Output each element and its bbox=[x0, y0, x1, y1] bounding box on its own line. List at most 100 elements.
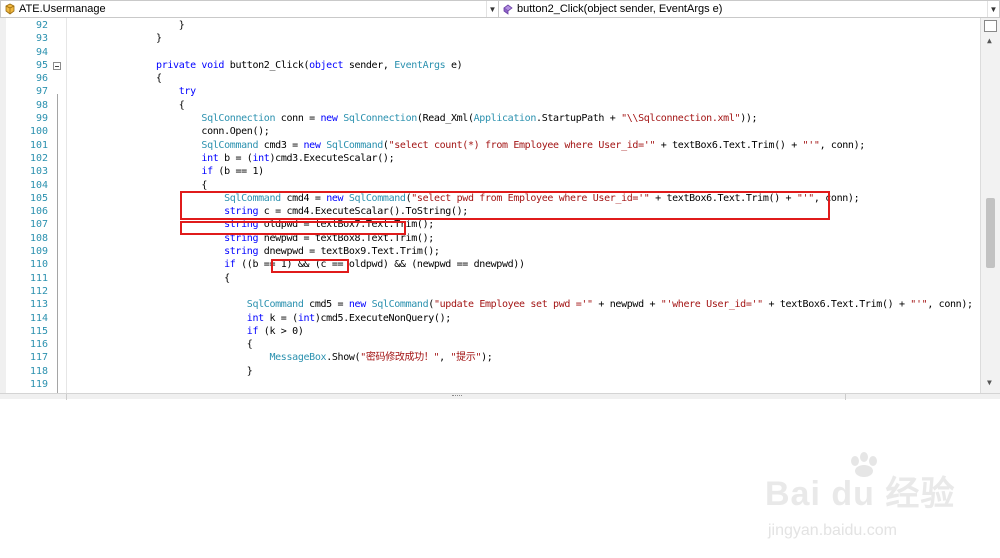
code-line[interactable]: 99 SqlConnection conn = new SqlConnectio… bbox=[0, 112, 980, 125]
code-token: if bbox=[201, 166, 213, 178]
line-number: 105 bbox=[29, 192, 48, 204]
code-line[interactable]: 112 bbox=[0, 285, 980, 298]
line-number: 114 bbox=[29, 312, 48, 324]
line-number: 92 bbox=[35, 20, 48, 31]
line-number: 119 bbox=[29, 379, 48, 391]
code-line[interactable]: 113 SqlCommand cmd5 = new SqlCommand("up… bbox=[0, 298, 980, 311]
code-token: int bbox=[252, 152, 270, 164]
code-token: + newpwd + bbox=[592, 299, 661, 311]
code-token: button2_Click( bbox=[224, 59, 310, 71]
code-token: conn.Open(); bbox=[88, 126, 270, 138]
navigation-bar: ATE.Usermanage ▼ button2_Click(object se… bbox=[0, 0, 1000, 18]
class-dropdown[interactable]: ATE.Usermanage ▼ bbox=[0, 0, 499, 18]
scroll-up-icon[interactable]: ▲ bbox=[987, 36, 992, 45]
code-text: conn.Open(); bbox=[88, 125, 269, 138]
code-line[interactable]: 101 SqlCommand cmd3 = new SqlCommand("se… bbox=[0, 139, 980, 152]
line-number: 101 bbox=[29, 139, 48, 151]
code-token: cmd3 = bbox=[258, 139, 304, 151]
code-token: "select count(*) from Employee where Use… bbox=[388, 139, 656, 151]
code-token: )cmd3.ExecuteScalar(); bbox=[269, 152, 395, 164]
code-token: "密码修改成功！" bbox=[360, 352, 440, 364]
code-line[interactable]: 109 string dnewpwd = textBox9.Text.Trim(… bbox=[0, 245, 980, 258]
code-line[interactable]: 111 { bbox=[0, 272, 980, 285]
code-token: SqlCommand bbox=[246, 299, 304, 311]
method-icon bbox=[502, 3, 514, 15]
code-line[interactable]: 97 try bbox=[0, 85, 980, 98]
code-token: ); bbox=[481, 352, 493, 364]
code-token: EventArgs bbox=[394, 59, 446, 71]
code-token: new bbox=[320, 113, 338, 125]
code-token: , conn); bbox=[927, 299, 973, 311]
line-number: 109 bbox=[29, 246, 48, 258]
split-handle-icon[interactable] bbox=[984, 20, 997, 32]
editor-bottom-bar bbox=[0, 393, 1000, 400]
code-line[interactable]: 117 MessageBox.Show("密码修改成功！", "提示"); bbox=[0, 351, 980, 364]
code-token: int bbox=[246, 312, 264, 324]
member-dropdown[interactable]: button2_Click(object sender, EventArgs e… bbox=[499, 0, 1000, 18]
code-line[interactable]: 108 string newpwd = textBox8.Text.Trim()… bbox=[0, 232, 980, 245]
code-line[interactable]: 102 int b = (int)cmd3.ExecuteScalar(); bbox=[0, 152, 980, 165]
code-text: try bbox=[88, 85, 196, 98]
code-line[interactable]: 115 if (k > 0) bbox=[0, 325, 980, 338]
code-editor[interactable]: 92 } 93 } 94 95 private void button2_Click(… bbox=[0, 18, 1000, 393]
highlight-box-cmd4 bbox=[180, 191, 830, 220]
code-line[interactable]: 94 bbox=[0, 46, 980, 59]
code-text: int k = (int)cmd5.ExecuteNonQuery(); bbox=[88, 312, 452, 325]
code-line[interactable]: 107 string oldpwd = textBox7.Text.Trim()… bbox=[0, 218, 980, 231]
scroll-thumb[interactable] bbox=[986, 198, 995, 268]
code-line[interactable]: 100 conn.Open(); bbox=[0, 125, 980, 138]
code-token: { bbox=[88, 73, 162, 85]
code-token: MessageBox bbox=[269, 352, 327, 364]
member-dropdown-value: button2_Click(object sender, EventArgs e… bbox=[517, 3, 723, 15]
line-number: 111 bbox=[29, 272, 48, 284]
code-token: object bbox=[309, 59, 344, 71]
vertical-scrollbar[interactable]: ▲ ▼ bbox=[980, 18, 1000, 393]
code-token: cmd5 = bbox=[303, 299, 349, 311]
line-number: 103 bbox=[29, 166, 48, 178]
code-token: SqlCommand bbox=[326, 139, 383, 151]
code-token: (b == 1) bbox=[212, 166, 264, 178]
code-line[interactable]: 104 { bbox=[0, 179, 980, 192]
code-token: new bbox=[303, 139, 321, 151]
code-token: private bbox=[156, 59, 196, 71]
code-token: try bbox=[178, 86, 196, 98]
code-text: { bbox=[88, 99, 185, 112]
scroll-down-icon[interactable]: ▼ bbox=[987, 378, 992, 387]
code-line[interactable]: 98 { bbox=[0, 99, 980, 112]
code-line[interactable]: 95 private void button2_Click(object sen… bbox=[0, 59, 980, 72]
code-line[interactable]: 114 int k = (int)cmd5.ExecuteNonQuery(); bbox=[0, 312, 980, 325]
chevron-down-icon[interactable]: ▼ bbox=[486, 1, 498, 17]
code-line[interactable]: 110 if ((b == 1) && (c == oldpwd) && (ne… bbox=[0, 258, 980, 271]
line-number: 95 bbox=[35, 59, 48, 71]
code-token: SqlConnection bbox=[343, 113, 417, 125]
horizontal-scrollbar[interactable] bbox=[66, 394, 846, 400]
code-token: { bbox=[88, 179, 208, 191]
code-token: SqlCommand bbox=[201, 139, 259, 151]
collapse-toggle-icon[interactable] bbox=[53, 61, 61, 70]
code-line[interactable]: 92 } bbox=[0, 19, 980, 32]
code-line[interactable]: 96 { bbox=[0, 72, 980, 85]
scroll-grip[interactable] bbox=[452, 395, 462, 398]
line-number: 102 bbox=[29, 152, 48, 164]
code-line[interactable]: 119 bbox=[0, 378, 980, 391]
code-text: { bbox=[88, 179, 207, 192]
code-line[interactable]: 116 { bbox=[0, 338, 980, 351]
line-number: 115 bbox=[29, 325, 48, 337]
code-token: .StartupPath + bbox=[536, 113, 622, 125]
code-text: string dnewpwd = textBox9.Text.Trim(); bbox=[88, 245, 440, 258]
line-number: 98 bbox=[35, 99, 48, 111]
code-line[interactable]: 93 } bbox=[0, 32, 980, 45]
code-line[interactable]: 103 if (b == 1) bbox=[0, 165, 980, 178]
code-token: "update Employee set pwd ='" bbox=[433, 299, 593, 311]
code-token: (k > 0) bbox=[258, 325, 304, 337]
code-text: if (k > 0) bbox=[88, 325, 304, 338]
code-token: Application bbox=[473, 113, 537, 125]
line-number: 113 bbox=[29, 299, 48, 311]
chevron-down-icon[interactable]: ▼ bbox=[987, 1, 999, 17]
code-line[interactable]: 118 } bbox=[0, 365, 980, 378]
